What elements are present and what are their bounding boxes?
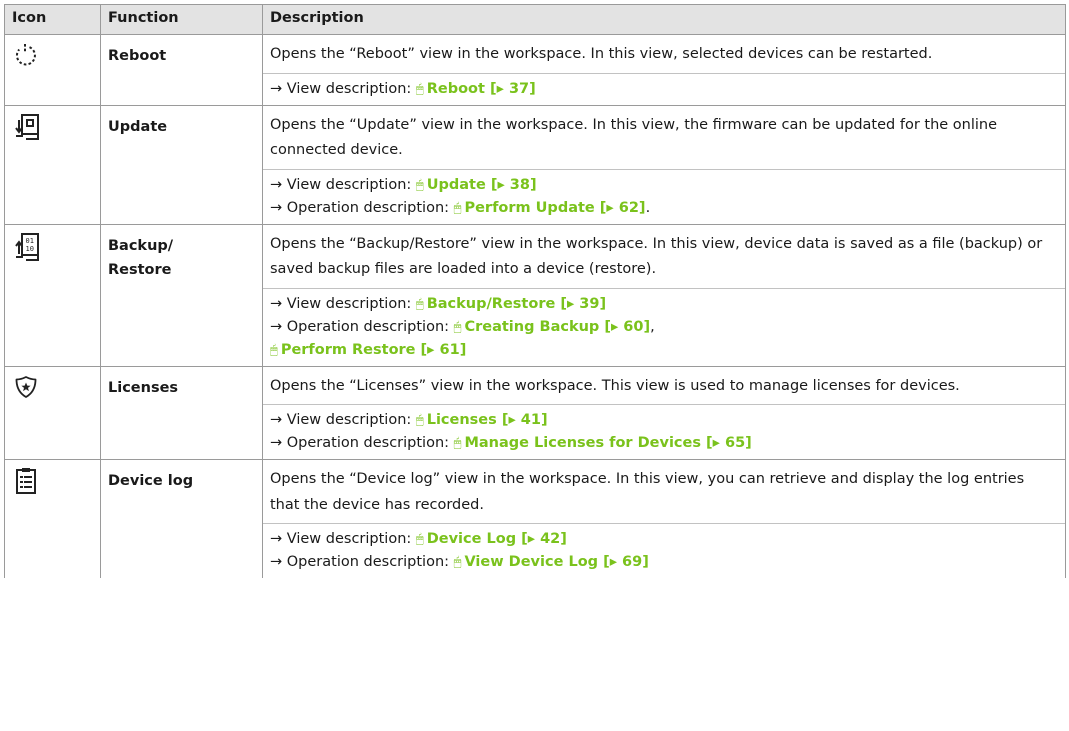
reference-link[interactable]: Device Log [▸ 42] bbox=[427, 531, 567, 547]
description-cell: Opens the “Backup/Restore” view in the w… bbox=[263, 225, 1065, 366]
reference-list: → View description: 🖱 Update [▸ 38] → Ope… bbox=[263, 170, 1065, 224]
reference-line: 🖱 Perform Restore [▸ 61] bbox=[270, 339, 1053, 362]
backup-restore-icon: 01 10 bbox=[5, 224, 101, 366]
table-row-backup-restore: 01 10 Backup/Restore Opens the “Backup/R… bbox=[5, 224, 1065, 367]
table-header: Icon Function Description bbox=[5, 5, 1065, 35]
table-row-licenses: Licenses Opens the “Licenses” view in th… bbox=[5, 366, 1065, 460]
reference-link[interactable]: Perform Update [▸ 62] bbox=[464, 200, 645, 216]
reference-link[interactable]: Perform Restore [▸ 61] bbox=[281, 342, 467, 358]
description-cell: Opens the “Licenses” view in the workspa… bbox=[263, 367, 1065, 460]
mouse-icon: 🖱 bbox=[453, 200, 462, 216]
header-function: Function bbox=[101, 5, 263, 34]
device-log-icon bbox=[5, 460, 101, 578]
header-description: Description bbox=[270, 10, 364, 26]
reference-line: → View description: 🖱 Licenses [▸ 41] bbox=[270, 412, 548, 428]
mouse-icon: 🖱 bbox=[415, 177, 424, 193]
reference-list: → View description: 🖱 Reboot [▸ 37] bbox=[263, 74, 1065, 105]
reference-line: → View description: 🖱 Reboot [▸ 37] bbox=[270, 80, 536, 97]
reference-line: → View description: 🖱 Device Log [▸ 42] bbox=[270, 531, 567, 547]
function-device-log: Device log bbox=[101, 460, 263, 578]
mouse-icon: 🖱 bbox=[415, 413, 424, 428]
reference-link[interactable]: Manage Licenses for Devices [▸ 65] bbox=[464, 435, 751, 451]
description-cell: Opens the “Update” view in the workspace… bbox=[263, 106, 1065, 224]
description-text: Opens the “Reboot” view in the workspace… bbox=[263, 35, 1065, 74]
mouse-icon: 🖱 bbox=[270, 342, 278, 358]
description-cell: Opens the “Reboot” view in the workspace… bbox=[263, 35, 1065, 105]
mouse-icon: 🖱 bbox=[453, 555, 462, 570]
mouse-icon: 🖱 bbox=[453, 319, 462, 335]
reference-link[interactable]: View Device Log [▸ 69] bbox=[464, 554, 648, 570]
function-reboot: Reboot bbox=[101, 35, 263, 105]
reference-line: → View description: 🖱 Backup/Restore [▸ 3… bbox=[270, 295, 607, 312]
svg-text:10: 10 bbox=[26, 245, 34, 253]
reference-link[interactable]: Licenses [▸ 41] bbox=[427, 412, 548, 428]
mouse-icon: 🖱 bbox=[415, 81, 424, 97]
reference-line: → View description: 🖱 Update [▸ 38] bbox=[270, 176, 537, 193]
reboot-icon bbox=[5, 35, 101, 105]
reference-list: → View description: 🖱 Licenses [▸ 41] → O… bbox=[263, 405, 1065, 459]
table-row-device-log: Device log Opens the “Device log” view i… bbox=[5, 460, 1065, 578]
header-icon: Icon bbox=[5, 5, 101, 34]
reference-link[interactable]: Update [▸ 38] bbox=[427, 177, 537, 193]
licenses-icon bbox=[5, 366, 101, 459]
reference-line: → Operation description: 🖱 Manage License… bbox=[270, 435, 752, 451]
reference-list: → View description: 🖱 Backup/Restore [▸ 3… bbox=[263, 289, 1065, 366]
description-text: Opens the “Licenses” view in the workspa… bbox=[263, 367, 1065, 405]
description-cell: Opens the “Device log” view in the works… bbox=[263, 460, 1065, 578]
table-row-reboot: Reboot Opens the “Reboot” view in the wo… bbox=[5, 35, 1065, 106]
mouse-icon: 🖱 bbox=[415, 296, 424, 312]
reference-link[interactable]: Reboot [▸ 37] bbox=[427, 81, 536, 97]
mouse-icon: 🖱 bbox=[415, 532, 424, 547]
reference-line: → Operation description: 🖱 Perform Update… bbox=[270, 199, 651, 216]
function-update: Update bbox=[101, 105, 263, 224]
description-text: Opens the “Backup/Restore” view in the w… bbox=[263, 225, 1065, 289]
reference-list: → View description: 🖱 Device Log [▸ 42] →… bbox=[263, 524, 1065, 578]
description-text: Opens the “Update” view in the workspace… bbox=[263, 106, 1065, 170]
reference-link[interactable]: Backup/Restore [▸ 39] bbox=[427, 296, 606, 312]
svg-text:01: 01 bbox=[26, 237, 34, 245]
function-backup-restore: Backup/Restore bbox=[101, 224, 263, 366]
function-table: Icon Function Description Reboot Opens t… bbox=[4, 4, 1066, 578]
function-licenses: Licenses bbox=[101, 366, 263, 459]
description-text: Opens the “Device log” view in the works… bbox=[263, 460, 1065, 524]
mouse-icon: 🖱 bbox=[453, 436, 462, 451]
reference-line: → Operation description: 🖱 Creating Backu… bbox=[270, 318, 655, 335]
update-icon bbox=[5, 105, 101, 224]
reference-line: → Operation description: 🖱 View Device Lo… bbox=[270, 554, 649, 570]
table-row-update: Update Opens the “Update” view in the wo… bbox=[5, 105, 1065, 225]
reference-link[interactable]: Creating Backup [▸ 60] bbox=[464, 319, 650, 335]
